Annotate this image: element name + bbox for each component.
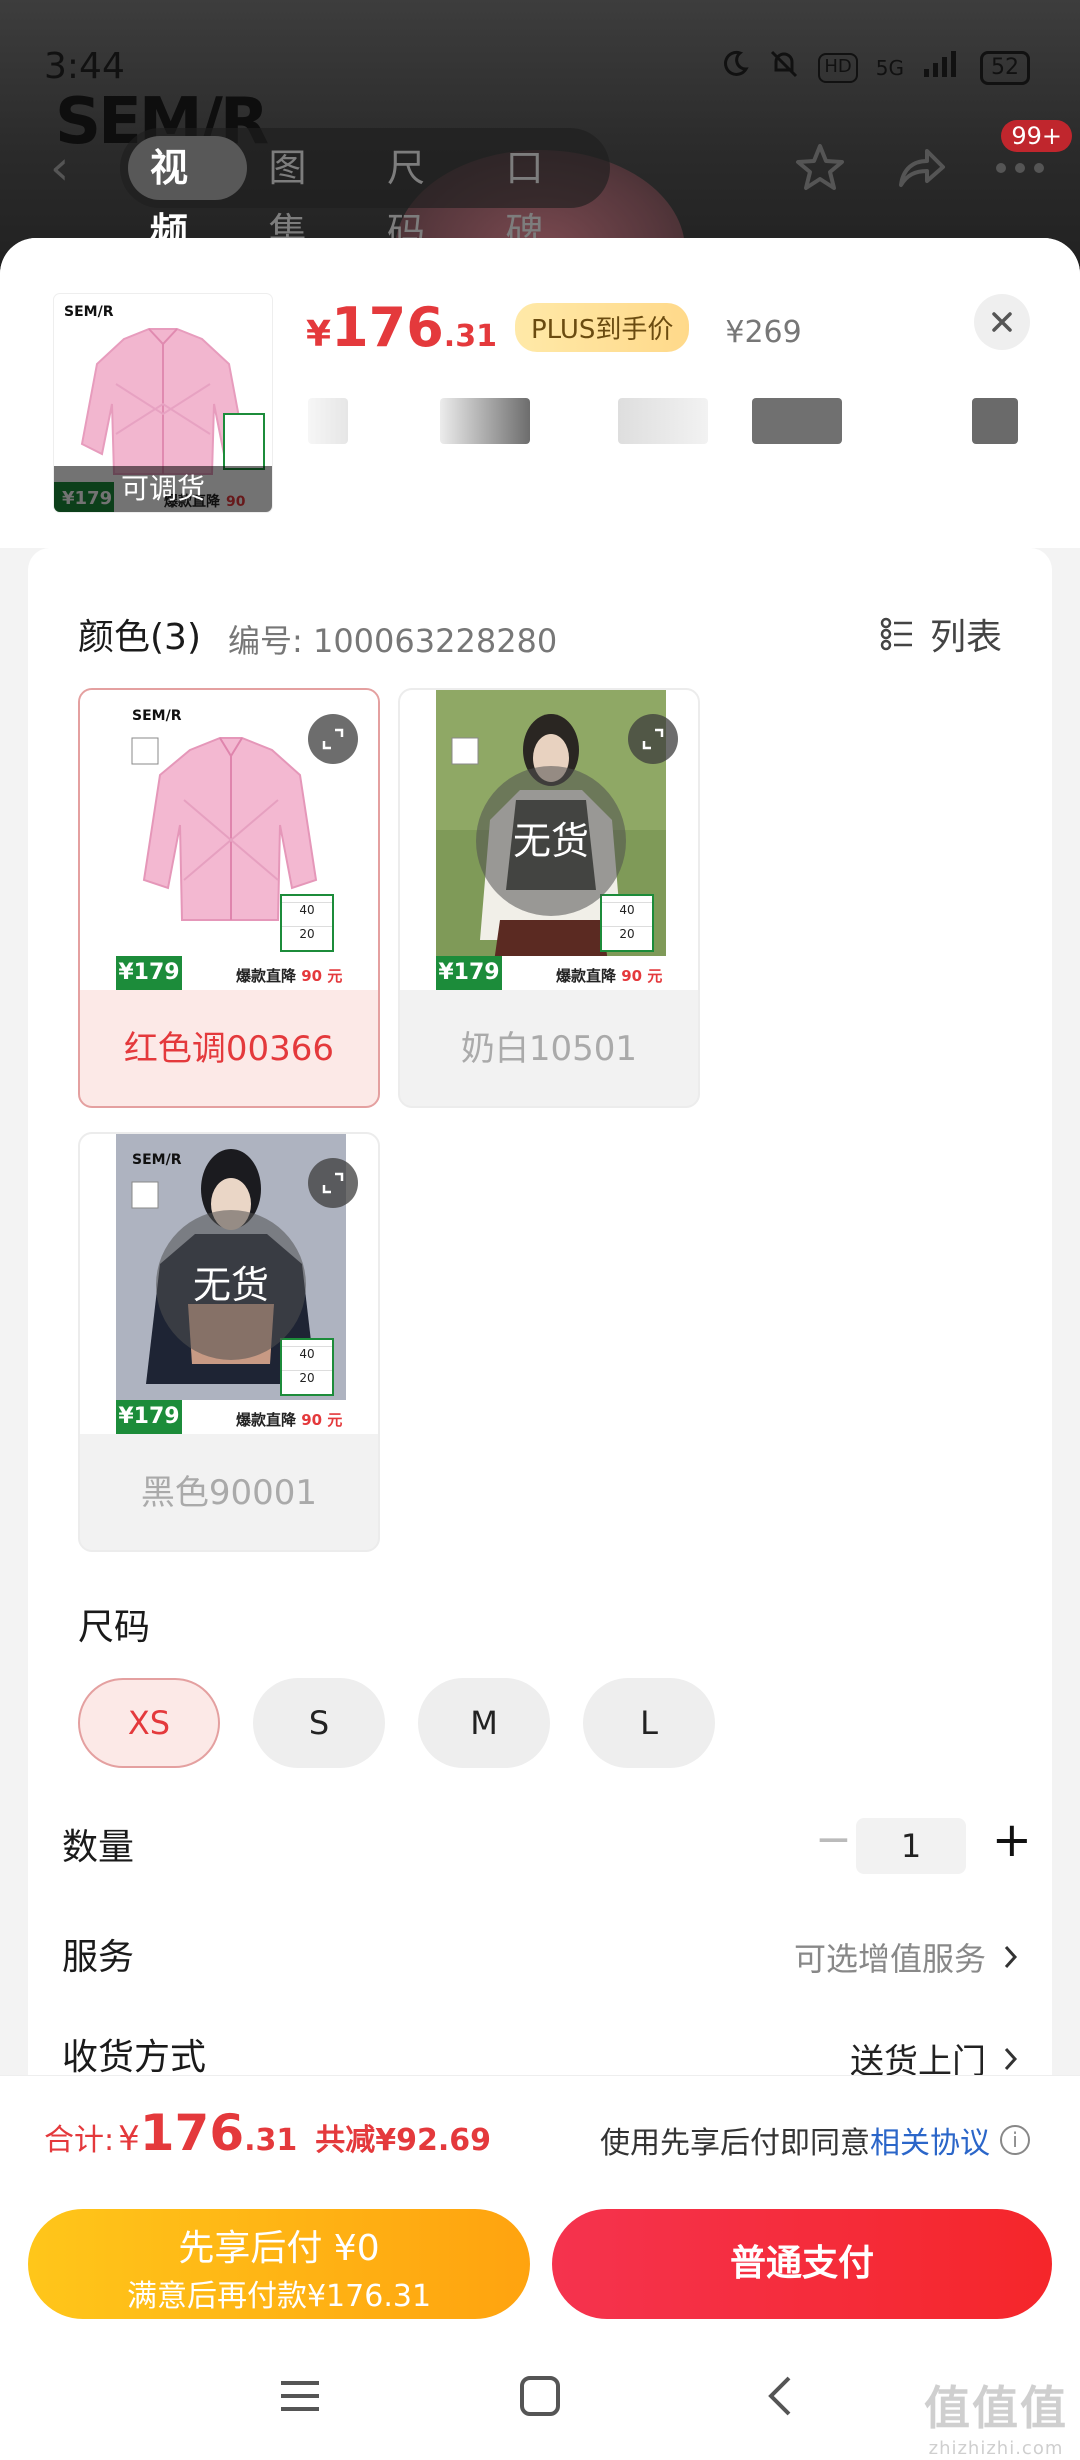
service-row[interactable]: 服务 可选增值服务 — [28, 1918, 1052, 1998]
more-icon[interactable]: 99+ — [990, 120, 1072, 198]
expand-icon[interactable] — [308, 714, 358, 764]
pay-later-button[interactable]: 先享后付 ¥0 满意后再付款¥176.31 — [28, 2209, 530, 2319]
pay-later-subtitle: 满意后再付款¥176.31 — [126, 2279, 432, 2314]
coupon-tags: 40 20 — [280, 1338, 334, 1396]
tab-size[interactable]: 尺码 — [365, 136, 484, 254]
coupon-tags: 40 20 — [600, 894, 654, 952]
promo-price: ¥179 — [116, 956, 182, 990]
hd-icon: HD — [818, 52, 858, 83]
media-tabs: 视频 图集 尺码 口碑 — [120, 128, 610, 254]
payment-bar: 先享后付 ¥0 满意后再付款¥176.31 普通支付 — [0, 2193, 1080, 2333]
system-navigation-bar — [0, 2333, 1080, 2460]
options-panel: 颜色(3) 编号: 100063228280 列表 SEM/R 40 20 ¥1… — [28, 548, 1052, 2308]
color-option-brand: SEM/R — [132, 1152, 182, 1168]
tab-reviews[interactable]: 口碑 — [484, 136, 603, 254]
promo-strip: ¥179 爆款直降 90 元 — [116, 1400, 346, 1434]
background-product-page: 3:44 HD 5G 52 SEM/R ‹ 视频 图集 尺码 口碑 99+ — [0, 0, 1080, 260]
size-option-s[interactable]: S — [253, 1678, 385, 1768]
quantity-decrease-button[interactable]: − — [815, 1814, 852, 1865]
size-section-title: 尺码 — [78, 1607, 151, 1648]
color-option-brand: SEM/R — [132, 708, 182, 724]
promo-price: ¥179 — [116, 1400, 182, 1434]
expand-icon[interactable] — [628, 714, 678, 764]
service-value: 可选增值服务 — [794, 1934, 1018, 1980]
redacted-text — [972, 398, 1018, 444]
original-price: ¥269 — [725, 315, 802, 350]
signal-icon — [922, 49, 962, 86]
total-discount: 共减¥92.69 — [315, 2123, 492, 2158]
product-thumbnail[interactable]: SEM/R ¥179 爆款直降 90 可调货 — [54, 294, 272, 512]
list-icon — [880, 617, 912, 651]
plus-price-tag: PLUS到手价 — [514, 303, 690, 352]
redacted-text — [440, 398, 530, 444]
soldout-badge: 无货 — [156, 1210, 306, 1360]
watermark: 值值值 zhizhizhi.com — [924, 2381, 1068, 2459]
pay-now-button[interactable]: 普通支付 — [552, 2209, 1052, 2319]
thumb-stock-label: 可调货 — [54, 466, 272, 512]
quantity-row: 数量 − 1 + — [28, 1808, 1052, 1888]
promo-text: 爆款直降 90 元 — [556, 967, 663, 985]
quantity-input[interactable]: 1 — [856, 1818, 966, 1874]
sheet-header: SEM/R ¥179 爆款直降 90 可调货 ¥176.31 PLUS到手价 ¥… — [0, 238, 1080, 548]
quantity-label: 数量 — [62, 1827, 135, 1868]
promo-text: 爆款直降 90 元 — [236, 1411, 343, 1429]
color-option-black[interactable]: SEM/R 40 20 ¥179 爆款直降 90 元 无货 黑色90001 — [78, 1132, 380, 1552]
status-time: 3:44 — [44, 46, 125, 87]
color-option-label: 黑色90001 — [140, 1473, 318, 1513]
chevron-right-icon — [1004, 1945, 1018, 1969]
redacted-text — [618, 398, 708, 444]
share-icon[interactable] — [890, 138, 950, 198]
message-badge: 99+ — [1001, 120, 1072, 152]
svg-text:SEM/R: SEM/R — [64, 304, 114, 320]
size-option-l[interactable]: L — [583, 1678, 715, 1768]
home-icon[interactable] — [510, 2371, 570, 2421]
back-arrow-icon[interactable]: ‹ — [50, 140, 69, 196]
tab-video[interactable]: 视频 — [128, 136, 247, 254]
total-price: 合计: ¥176.31 共减¥92.69 — [44, 2104, 492, 2162]
tab-gallery[interactable]: 图集 — [247, 136, 366, 254]
list-view-toggle[interactable]: 列表 — [880, 608, 1002, 660]
color-option-pink[interactable]: SEM/R 40 20 ¥179 爆款直降 90 元 红色调00366 — [78, 688, 380, 1108]
color-option-label: 红色调00366 — [123, 1029, 335, 1069]
service-label: 服务 — [62, 1937, 135, 1978]
menu-icon[interactable] — [270, 2371, 330, 2421]
battery-icon: 52 — [980, 50, 1030, 85]
network-label: 5G — [875, 55, 904, 80]
promo-price: ¥179 — [436, 956, 502, 990]
list-toggle-label: 列表 — [929, 617, 1002, 658]
size-option-m[interactable]: M — [418, 1678, 550, 1768]
back-icon[interactable] — [750, 2371, 810, 2421]
favorite-star-icon[interactable] — [790, 138, 850, 198]
close-button[interactable] — [974, 294, 1030, 350]
price-row: ¥176.31 PLUS到手价 ¥269 — [306, 296, 802, 360]
delivery-label: 收货方式 — [62, 2037, 207, 2078]
pay-later-title: 先享后付 ¥0 — [178, 2228, 380, 2269]
sku-code: 编号: 100063228280 — [228, 622, 558, 660]
mute-icon — [768, 48, 800, 87]
status-bar: 3:44 HD 5G 52 — [0, 40, 1080, 90]
info-icon[interactable]: i — [1000, 2125, 1030, 2155]
chevron-right-icon — [1004, 2047, 1018, 2070]
color-option-label: 奶白10501 — [460, 1029, 638, 1069]
total-bar: 合计: ¥176.31 共减¥92.69 使用先享后付即同意 相关协议 i — [0, 2075, 1080, 2193]
color-section-title: 颜色(3) — [78, 617, 201, 658]
redacted-text — [308, 398, 348, 444]
promo-text: 爆款直降 90 元 — [236, 967, 343, 985]
promo-strip: ¥179 爆款直降 90 元 — [116, 956, 346, 990]
promo-strip: ¥179 爆款直降 90 元 — [436, 956, 666, 990]
redacted-text — [752, 398, 842, 444]
close-icon — [992, 312, 1012, 332]
coupon-tags: 40 20 — [280, 894, 334, 952]
agreement-link[interactable]: 相关协议 — [870, 2118, 990, 2162]
soldout-badge: 无货 — [476, 766, 626, 916]
quantity-increase-button[interactable]: + — [992, 1812, 1032, 1868]
agreement-notice: 使用先享后付即同意 相关协议 i — [600, 2118, 1030, 2162]
color-option-milk-white[interactable]: 40 20 ¥179 爆款直降 90 元 无货 奶白10501 — [398, 688, 700, 1108]
status-icons: HD 5G 52 — [720, 48, 1030, 87]
size-option-xs[interactable]: XS — [78, 1678, 220, 1768]
current-price: ¥176.31 — [306, 296, 497, 359]
expand-icon[interactable] — [308, 1158, 358, 1208]
moon-icon — [720, 49, 750, 86]
top-actions: 99+ — [790, 120, 1072, 198]
